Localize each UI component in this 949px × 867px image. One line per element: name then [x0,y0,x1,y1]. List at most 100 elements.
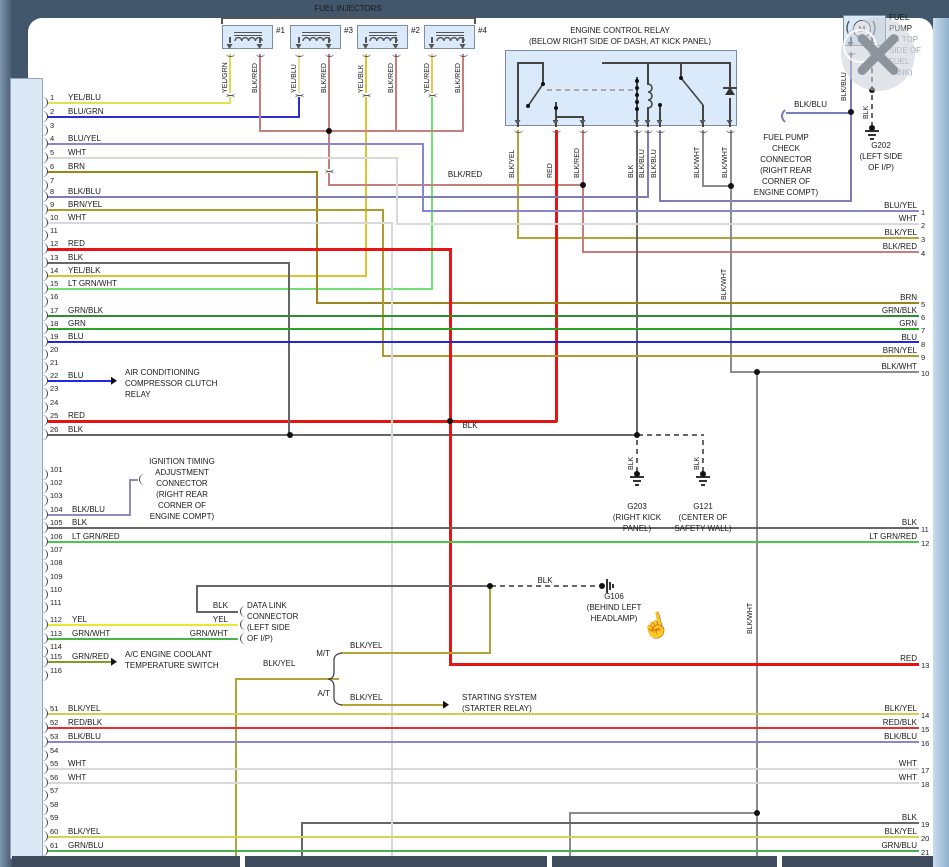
wire-label: YEL/RED [424,63,431,93]
wire-label: BLK/YEL [884,827,917,836]
junction-dot [635,86,639,90]
junction-dot [635,93,639,97]
label: BLK/BLU [794,100,827,109]
wire-label: BLK/BLU [651,149,658,178]
wire-label: WHT [68,213,87,222]
pin-arrow-icon [325,44,332,49]
inline-connector-icon [427,95,437,101]
pin-number: 2 [50,107,55,116]
wiring-diagram-app: M FUEL INJECTORS#1#3#2#4ENGINE CONTROL R… [0,0,949,867]
pin-number: 105 [50,518,63,527]
junction-dot [635,79,639,83]
pin-number: 16 [921,739,930,748]
label: ADJUSTMENT [155,468,209,477]
pin-number: 7 [921,326,926,335]
pin-cup-icon [551,127,561,133]
label: G106 [604,592,624,601]
pin-number: 59 [50,813,59,822]
wire-label: RED [900,654,917,663]
pin-number: 15 [921,725,930,734]
pin-number: 60 [50,827,59,836]
wire-label: BLK/RED [455,63,462,93]
wire-label: BLK/BLU [68,187,101,196]
label: ENGINE COMPT) [753,188,819,197]
pin-number: 101 [50,465,63,474]
wire-label: BLK [901,813,917,822]
pin-arrow-icon [656,120,663,125]
wire-label: BLK/WHT [721,268,728,300]
pin-arrow-icon [428,44,435,49]
inline-connector-icon [225,95,235,101]
junction-dot [679,76,683,80]
wire-label: WHT [68,759,87,768]
label: G121 [693,502,713,511]
pin-number: 108 [50,558,63,567]
pin-number: 111 [50,598,62,607]
pin-number: 51 [50,704,59,713]
label: CONNECTOR [156,479,208,488]
label: COMPRESSOR CLUTCH [125,379,218,388]
wire-label: YEL/BLK [358,64,365,93]
pin-number: 22 [50,371,59,380]
pin-number: 10 [50,213,59,222]
wire-label: RED [68,239,85,248]
pin-number: 11 [50,226,58,235]
connector-bar [782,856,933,867]
pin-number: 19 [921,820,930,829]
pin-number: 10 [921,369,930,378]
label: BLK/YEL [350,641,383,650]
connector-pin-icon [240,606,246,617]
wire-label: GRN/BLK [881,306,917,315]
junction-dot [287,432,293,438]
pin-number: 15 [50,279,59,288]
junction-dot [326,128,332,134]
pin-number: 52 [50,718,59,727]
label: (LEFT SIDE [859,152,903,161]
wire-label: BRN [900,293,917,302]
junction-dot [848,109,854,115]
wire-label: BLK [68,253,84,262]
wire-label: BLK/WHT [881,362,917,371]
wire-label: BLK/YEL [68,827,101,836]
wire-label: BLK/BLU [72,505,105,514]
wire-label: WHT [898,759,917,768]
wire-label: BLK/RED [882,242,917,251]
label: IGNITION TIMING [149,457,215,466]
wire-label: WHT [898,214,917,223]
label: BLK/YEL [263,659,296,668]
pin-number: 12 [50,239,59,248]
curve [369,36,398,42]
pin-number: 17 [50,306,59,315]
pin-number: 1 [921,208,926,217]
pin-number: 113 [50,629,62,638]
wire-label: WHT [68,773,87,782]
curve [647,83,653,109]
curve [781,109,786,123]
pin-number: 2 [921,221,926,230]
connector-pin-icon [240,619,246,630]
wire-label: GRN/BLK [68,306,104,315]
junction-dot [580,182,586,188]
pin-number: 110 [50,585,62,594]
pin-number: 5 [921,300,926,309]
label: DATA LINK [247,601,287,610]
pin-arrow-icon [459,44,466,49]
pin-number: 107 [50,545,63,554]
pin-number: 8 [921,340,926,349]
wire-label: RED/BLK [68,718,103,727]
pin-number: 26 [50,425,59,434]
wire-label: BLU [68,371,84,380]
pin-number: 57 [50,786,59,795]
pin-number: 9 [921,353,926,362]
wire-label: BLU [901,333,917,342]
wire-label: GRN/RED [72,652,109,661]
junction-dot [526,104,530,108]
arrow-icon [111,376,117,385]
connector-bar [245,856,547,867]
wire-label: BRN/YEL [68,200,103,209]
pin-arrow-icon [579,120,586,125]
wire-label: BLU [68,332,84,341]
wire-label: RED/BLK [882,718,917,727]
wire-label: GRN [899,319,917,328]
wire-label: WHT [898,773,917,782]
